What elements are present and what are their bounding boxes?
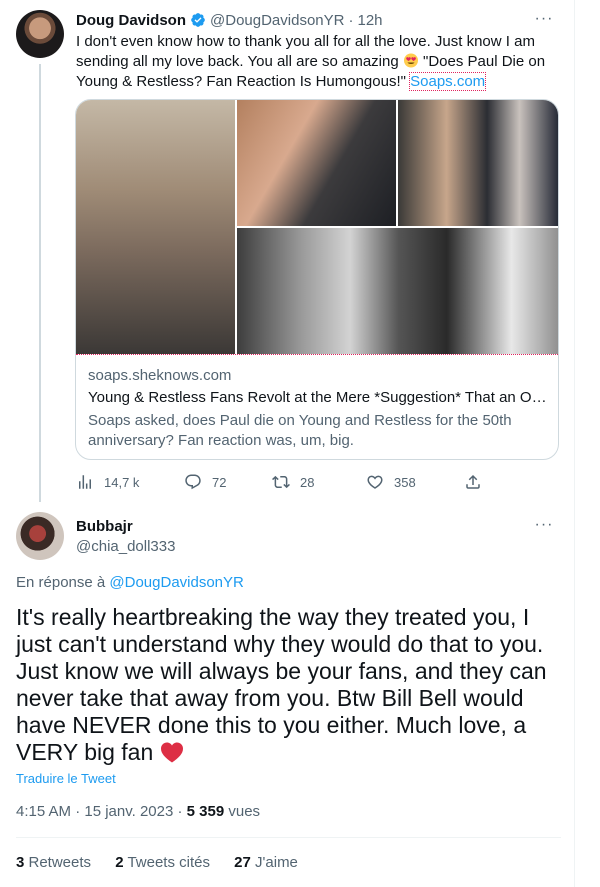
link-preview-card[interactable]: soaps.sheknows.com Young & Restless Fans… — [75, 99, 559, 460]
column-divider — [574, 0, 575, 887]
tweet-link[interactable]: Soaps.com — [409, 72, 487, 91]
retweet-button[interactable]: 28 — [272, 470, 314, 494]
like-button[interactable]: 358 — [366, 470, 416, 494]
card-description: Soaps asked, does Paul die on Young and … — [88, 412, 512, 449]
red-heart-emoji-icon — [160, 742, 183, 763]
tweet-action-bar: 14,7 k 72 28 358 — [76, 470, 496, 494]
author-name[interactable]: Doug Davidson — [76, 12, 186, 29]
card-divider — [76, 354, 558, 356]
author-handle[interactable]: @DougDavidsonYR — [210, 12, 344, 29]
views-count: 14,7 k — [104, 474, 140, 490]
quotes-label: Tweets cités — [123, 854, 210, 871]
views-label: vues — [224, 803, 261, 820]
reply-icon — [185, 474, 201, 490]
heart-eyes-emoji-icon — [403, 53, 418, 68]
separator-dot: · — [348, 11, 354, 29]
author-name[interactable]: Bubbajr — [76, 517, 175, 537]
card-domain: soaps.sheknows.com — [88, 367, 232, 384]
replying-to-link[interactable]: @DougDavidsonYR — [109, 574, 243, 591]
tweet-header: Doug Davidson @DougDavidsonYR · 12h — [76, 10, 383, 30]
tweet-time[interactable]: 12h — [357, 12, 382, 29]
reply-count: 72 — [212, 474, 227, 490]
heart-icon — [367, 475, 383, 489]
verified-badge-icon — [191, 13, 205, 27]
more-options-icon[interactable]: ··· — [532, 517, 556, 538]
likes-label: J'aime — [250, 854, 298, 871]
views-button[interactable]: 14,7 k — [76, 470, 139, 494]
tweet-thread-page: Doug Davidson @DougDavidsonYR · 12h ··· … — [0, 0, 600, 887]
translate-tweet-link[interactable]: Traduire le Tweet — [16, 771, 116, 786]
likes-stat[interactable]: 27 J'aime — [234, 854, 298, 871]
reply-text: It's really heartbreaking the way they t… — [16, 604, 561, 766]
engagement-stats: 3 Retweets 2 Tweets cités 27 J'aime — [16, 854, 318, 871]
author-handle[interactable]: @chia_doll333 — [76, 537, 175, 557]
reply-header: Bubbajr @chia_doll333 — [76, 517, 175, 557]
card-title: Young & Restless Fans Revolt at the Mere… — [88, 389, 550, 406]
card-photo-couple — [237, 100, 396, 226]
tweet-timestamp[interactable]: 4:15 AM · 15 janv. 2023 · — [16, 803, 187, 820]
retweet-count: 28 — [300, 474, 315, 490]
share-button[interactable] — [464, 470, 492, 494]
analytics-icon — [79, 475, 91, 489]
more-options-icon[interactable]: ··· — [532, 11, 556, 32]
avatar[interactable] — [16, 512, 64, 560]
replying-prefix: En réponse à — [16, 574, 110, 591]
thread-connector-line — [39, 64, 41, 502]
share-icon — [466, 474, 480, 489]
retweets-stat[interactable]: 3 Retweets — [16, 854, 91, 871]
like-count: 358 — [394, 474, 416, 490]
card-photo-black-white — [237, 228, 558, 354]
reply-text-body: It's really heartbreaking the way they t… — [16, 604, 547, 765]
tweet-text: I don't even know how to thank you all f… — [76, 32, 566, 92]
quotes-count: 2 — [115, 854, 124, 871]
likes-count: 27 — [234, 854, 251, 871]
reply-button[interactable]: 72 — [184, 470, 226, 494]
retweet-icon — [272, 475, 290, 489]
divider — [16, 837, 561, 838]
card-photo-two-men — [398, 100, 558, 226]
card-photo-portrait — [76, 100, 235, 354]
views-count: 5 359 — [186, 803, 225, 820]
replying-to: En réponse à @DougDavidsonYR — [16, 574, 244, 591]
tweet-metadata: 4:15 AM · 15 janv. 2023 · 5 359 vues — [16, 803, 260, 820]
retweets-label: Retweets — [24, 854, 92, 871]
quote-tweets-stat[interactable]: 2 Tweets cités — [115, 854, 210, 871]
avatar[interactable] — [16, 10, 64, 58]
